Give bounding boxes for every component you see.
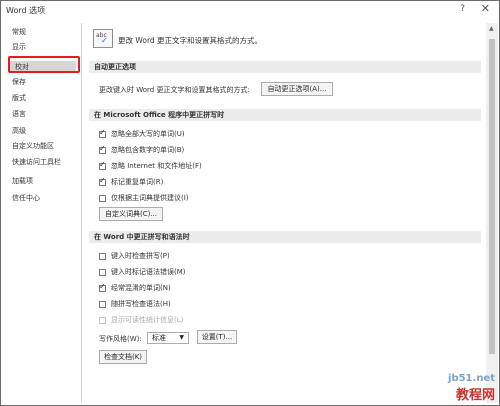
- autocorrect-options-button[interactable]: 自动更正选项(A)...: [261, 82, 333, 96]
- section-autocorrect: 自动更正选项: [89, 61, 481, 73]
- option-ignore-numbers[interactable]: 忽略包含数字的单词(B): [99, 144, 185, 155]
- word-options-dialog: Word 选项 ? ✕ 常规 显示 校对 保存 版式 语言 高级 自定义功能区 …: [0, 0, 500, 406]
- option-label: 键入时检查拼写(P): [111, 252, 170, 260]
- option-ignore-internet-addresses[interactable]: 忽略 Internet 和文件地址(F): [99, 160, 202, 171]
- checkbox[interactable]: [99, 282, 106, 292]
- option-flag-repeated-words[interactable]: 标记重复单词(R): [99, 176, 164, 187]
- help-button[interactable]: ?: [460, 4, 465, 14]
- autocorrect-description: 更改键入时 Word 更正文字和设置其格式的方式:: [99, 86, 250, 94]
- writing-style-label: 写作风格(W):: [99, 335, 142, 343]
- checkbox[interactable]: [99, 300, 106, 308]
- writing-style-value: 标准: [152, 334, 166, 342]
- option-label: 标记重复单词(R): [111, 178, 164, 186]
- option-label: 键入时标记语法错误(M): [111, 268, 186, 276]
- check-document-button[interactable]: 检查文档(K): [99, 350, 147, 364]
- watermark: jb51.net 教程网: [448, 373, 495, 403]
- nav-quick-access-toolbar[interactable]: 快速访问工具栏: [7, 156, 77, 168]
- section-office-spelling: 在 Microsoft Office 程序中更正拼写时: [89, 109, 481, 121]
- panel-description: 更改 Word 更正文字和设置其格式的方式。: [118, 36, 263, 45]
- nav-general[interactable]: 常规: [7, 26, 77, 38]
- nav-advanced[interactable]: 高级: [7, 125, 77, 137]
- option-check-spelling-as-you-type[interactable]: 键入时检查拼写(P): [99, 251, 170, 261]
- option-label: 忽略包含数字的单词(B): [111, 146, 185, 154]
- option-main-dictionary-only[interactable]: 仅根据主词典提供建议(I): [99, 193, 189, 203]
- check-mark-icon: ✓: [101, 36, 108, 45]
- nav-trust-center[interactable]: 信任中心: [7, 192, 77, 204]
- nav-language[interactable]: 语言: [7, 108, 77, 120]
- nav-add-ins[interactable]: 加载项: [7, 175, 77, 187]
- option-label: 随拼写检查语法(H): [111, 300, 171, 308]
- grammar-settings-button[interactable]: 设置(T)...: [197, 330, 237, 344]
- checkbox[interactable]: [99, 144, 106, 154]
- checkbox[interactable]: [99, 160, 106, 170]
- scroll-up-arrow-icon[interactable]: ▲: [489, 25, 494, 32]
- chevron-down-icon: ▼: [179, 334, 184, 341]
- custom-dictionaries-button[interactable]: 自定义词典(C)...: [99, 207, 163, 221]
- selection-highlight-box: [8, 56, 80, 73]
- close-button[interactable]: ✕: [481, 2, 490, 15]
- option-mark-grammar-errors[interactable]: 键入时标记语法错误(M): [99, 267, 186, 277]
- option-check-grammar-with-spelling[interactable]: 随拼写检查语法(H): [99, 299, 171, 309]
- checkbox[interactable]: [99, 128, 106, 138]
- title-bar: Word 选项 ? ✕: [1, 1, 499, 20]
- checkbox[interactable]: [99, 176, 106, 186]
- nav-save[interactable]: 保存: [7, 76, 77, 88]
- checkbox: [99, 316, 106, 324]
- checkbox[interactable]: [99, 194, 106, 202]
- nav-display[interactable]: 显示: [7, 41, 77, 53]
- watermark-site-name: 教程网: [455, 388, 495, 403]
- option-label: 忽略全部大写的单词(U): [111, 130, 185, 138]
- option-confused-words[interactable]: 经常混淆的单词(N): [99, 282, 171, 293]
- writing-style-select[interactable]: 标准 ▼: [147, 332, 189, 344]
- watermark-url: jb51.net: [448, 373, 495, 384]
- content-scrollbar[interactable]: ▲: [486, 23, 498, 403]
- nav-layout[interactable]: 版式: [7, 92, 77, 104]
- section-word-spelling-grammar: 在 Word 中更正拼写和语法时: [89, 231, 481, 243]
- nav-customize-ribbon[interactable]: 自定义功能区: [7, 140, 77, 152]
- option-label: 忽略 Internet 和文件地址(F): [111, 162, 202, 170]
- sidebar: 常规 显示 校对 保存 版式 语言 高级 自定义功能区 快速访问工具栏 加载项 …: [5, 23, 82, 403]
- checkbox[interactable]: [99, 268, 106, 276]
- option-readability-statistics: 显示可读性统计信息(L): [99, 315, 183, 325]
- option-label: 显示可读性统计信息(L): [111, 316, 184, 324]
- option-ignore-uppercase[interactable]: 忽略全部大写的单词(U): [99, 128, 185, 139]
- proofing-abc-check-icon: abc ✓: [93, 29, 113, 48]
- option-label: 经常混淆的单词(N): [111, 284, 171, 292]
- checkbox[interactable]: [99, 252, 106, 260]
- scroll-thumb[interactable]: [489, 39, 495, 354]
- option-label: 仅根据主词典提供建议(I): [111, 194, 189, 202]
- window-title: Word 选项: [6, 6, 46, 15]
- proofing-panel: abc ✓ 更改 Word 更正文字和设置其格式的方式。 自动更正选项 更改键入…: [89, 23, 484, 403]
